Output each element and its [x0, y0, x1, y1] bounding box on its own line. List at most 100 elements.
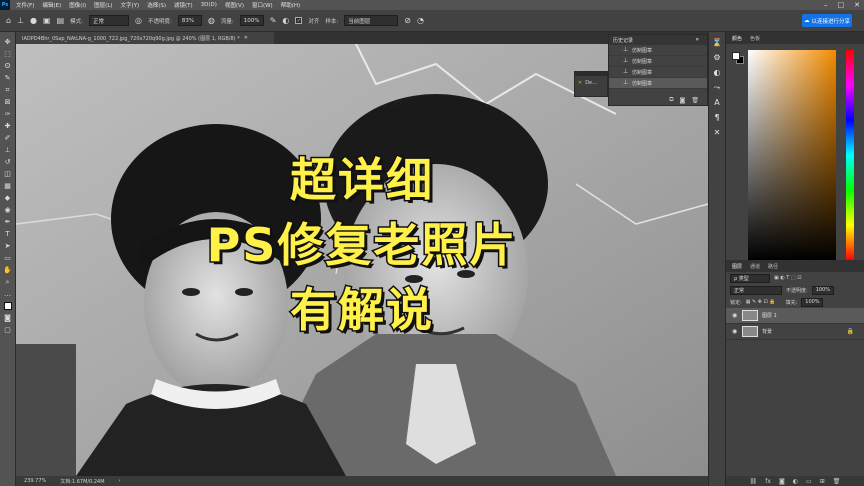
trash-icon[interactable]: 🗑	[691, 97, 699, 104]
document-tab-close-icon[interactable]: ✕	[244, 35, 248, 41]
tools-cross-icon[interactable]: ✕	[712, 128, 722, 137]
brush-tool-icon[interactable]: ✐	[3, 134, 13, 142]
eyedropper-tool-icon[interactable]: ✑	[3, 110, 13, 118]
maximize-icon[interactable]: □	[838, 1, 845, 9]
menu-image[interactable]: 图像(I)	[69, 1, 86, 9]
sample-select[interactable]: 当前图层	[344, 15, 399, 26]
clone-stamp-tool-icon[interactable]: ⊥	[3, 146, 13, 154]
menu-filter[interactable]: 滤镜(T)	[174, 1, 193, 9]
paragraph-icon[interactable]: ¶	[712, 113, 722, 122]
ignore-adjustment-icon[interactable]: ⊘	[404, 16, 411, 25]
tools-cross-icon[interactable]: ✕	[578, 80, 582, 86]
history-panel-icon[interactable]: ⌛	[712, 38, 722, 47]
history-item[interactable]: ⊥ 仿制图章	[609, 56, 707, 67]
history-item-current[interactable]: ⊥ 仿制图章	[609, 78, 707, 89]
history-panel-header[interactable]: 历史记录 »	[609, 35, 707, 45]
tablet-pressure-icon[interactable]: ◍	[208, 16, 215, 25]
zoom-level[interactable]: 239.77%	[24, 478, 46, 484]
healing-brush-tool-icon[interactable]: ✚	[3, 122, 13, 130]
new-document-from-state-icon[interactable]: ⧉	[669, 96, 673, 104]
pen-tool-icon[interactable]: ✒	[3, 218, 13, 226]
crop-tool-icon[interactable]: ⌗	[3, 86, 13, 94]
layer-kind-select[interactable]: ρ 类型	[730, 273, 770, 283]
move-tool-icon[interactable]: ✥	[3, 38, 13, 46]
menu-window[interactable]: 窗口(W)	[252, 1, 273, 9]
menu-select[interactable]: 选择(S)	[147, 1, 166, 9]
dodge-tool-icon[interactable]: ◉	[3, 206, 13, 214]
brush-preset-icon[interactable]: ●	[30, 16, 37, 25]
link-layers-icon[interactable]: ⛓	[750, 478, 758, 485]
menu-file[interactable]: 文件(F)	[16, 1, 34, 9]
marquee-tool-icon[interactable]: ⬚	[3, 50, 13, 58]
shape-tool-icon[interactable]: ▭	[3, 254, 13, 262]
color-picker-field[interactable]	[748, 50, 836, 260]
hand-tool-icon[interactable]: ✋	[3, 266, 13, 274]
smoothing-icon[interactable]: ◐	[282, 16, 289, 25]
menu-edit[interactable]: 编辑(E)	[42, 1, 61, 9]
menu-help[interactable]: 帮助(H)	[281, 1, 300, 9]
share-button[interactable]: ☁ 以连接进行分享	[802, 14, 852, 27]
adjustment-layer-icon[interactable]: ◐	[793, 478, 798, 485]
menu-3d[interactable]: 3D(D)	[201, 2, 217, 8]
layer-opacity-input[interactable]: 100%	[811, 285, 834, 295]
history-brush-tool-icon[interactable]: ↺	[3, 158, 13, 166]
adjustments-icon[interactable]: ◐	[712, 68, 722, 77]
aligned-checkbox[interactable]: ✓	[295, 17, 303, 24]
more-tools-icon[interactable]: …	[3, 290, 13, 298]
type-tool-icon[interactable]: T	[3, 230, 13, 238]
tab-swatches[interactable]: 色板	[750, 35, 760, 42]
fill-input[interactable]: 100%	[801, 297, 824, 307]
screen-mode-icon[interactable]: ▢	[3, 326, 13, 334]
paths-icon[interactable]: ⤳	[712, 83, 722, 92]
blur-tool-icon[interactable]: ◆	[3, 194, 13, 202]
tab-layers[interactable]: 图层	[732, 263, 742, 270]
minimize-icon[interactable]: –	[824, 1, 828, 9]
history-item[interactable]: ⊥ 仿制图章	[609, 67, 707, 78]
blend-mode-select[interactable]: 正常	[730, 285, 782, 295]
status-menu-arrow[interactable]: ›	[119, 478, 121, 484]
new-layer-icon[interactable]: ⊞	[820, 478, 825, 485]
lock-icons[interactable]: ▦ ✎ ✥ ⊡ 🔒	[746, 299, 776, 305]
brush-settings-icon[interactable]: ▣	[43, 16, 51, 25]
airbrush-icon[interactable]: ✎	[270, 16, 277, 25]
quick-mask-icon[interactable]: ◙	[3, 314, 13, 322]
mask-icon[interactable]: ◙	[779, 478, 785, 485]
filter-icons[interactable]: ▣ ◐ T ⬚ ⊡	[774, 275, 801, 281]
properties-icon[interactable]: ⚙	[712, 53, 722, 62]
frame-tool-icon[interactable]: ⊠	[3, 98, 13, 106]
tab-color[interactable]: 颜色	[732, 35, 742, 42]
path-select-tool-icon[interactable]: ➤	[3, 242, 13, 250]
pressure-size-icon[interactable]: ◔	[417, 16, 424, 25]
collapse-panel-icon[interactable]: »	[695, 36, 699, 43]
gradient-tool-icon[interactable]: ▦	[3, 182, 13, 190]
pressure-opacity-icon[interactable]: ◎	[135, 16, 142, 25]
menu-layer[interactable]: 图层(L)	[94, 1, 112, 9]
layer-row-layer-1[interactable]: ◉ 图层 1	[726, 308, 864, 324]
clone-stamp-tool-icon[interactable]: ⊥	[17, 16, 24, 25]
tab-channels[interactable]: 通道	[750, 263, 760, 270]
opacity-input[interactable]: 83%	[177, 15, 202, 26]
foreground-color-swatch[interactable]	[3, 302, 12, 310]
tab-paths[interactable]: 路径	[768, 263, 778, 270]
eye-icon[interactable]: ◉	[732, 312, 738, 319]
snapshot-camera-icon[interactable]: ◙	[680, 97, 686, 104]
trash-icon[interactable]: 🗑	[833, 478, 841, 485]
fx-icon[interactable]: fx	[765, 478, 771, 485]
document-canvas[interactable]: 超详细 PS修复老照片 有解说	[16, 44, 708, 476]
eye-icon[interactable]: ◉	[732, 328, 738, 335]
eraser-tool-icon[interactable]: ◫	[3, 170, 13, 178]
layer-row-background[interactable]: ◉ 背景 🔒	[726, 324, 864, 340]
mode-select[interactable]: 正常	[89, 15, 130, 26]
quick-select-tool-icon[interactable]: ✎	[3, 74, 13, 82]
history-item[interactable]: ⊥ 仿制图章	[609, 45, 707, 56]
lasso-tool-icon[interactable]: ʘ	[3, 62, 13, 70]
menu-type[interactable]: 文字(Y)	[121, 1, 140, 9]
zoom-tool-icon[interactable]: ⌕	[3, 278, 13, 286]
document-tab[interactable]: IADPD4Bhr_0Sap_NAtLNA-g_1000_722.jpg_720…	[16, 32, 274, 44]
character-icon[interactable]: A	[712, 98, 722, 107]
clone-source-icon[interactable]: ▤	[57, 16, 65, 25]
hue-slider[interactable]	[846, 50, 854, 260]
close-icon[interactable]: ✕	[854, 1, 860, 9]
photoshop-logo-icon[interactable]: Ps	[0, 0, 10, 10]
flow-input[interactable]: 100%	[239, 15, 264, 26]
